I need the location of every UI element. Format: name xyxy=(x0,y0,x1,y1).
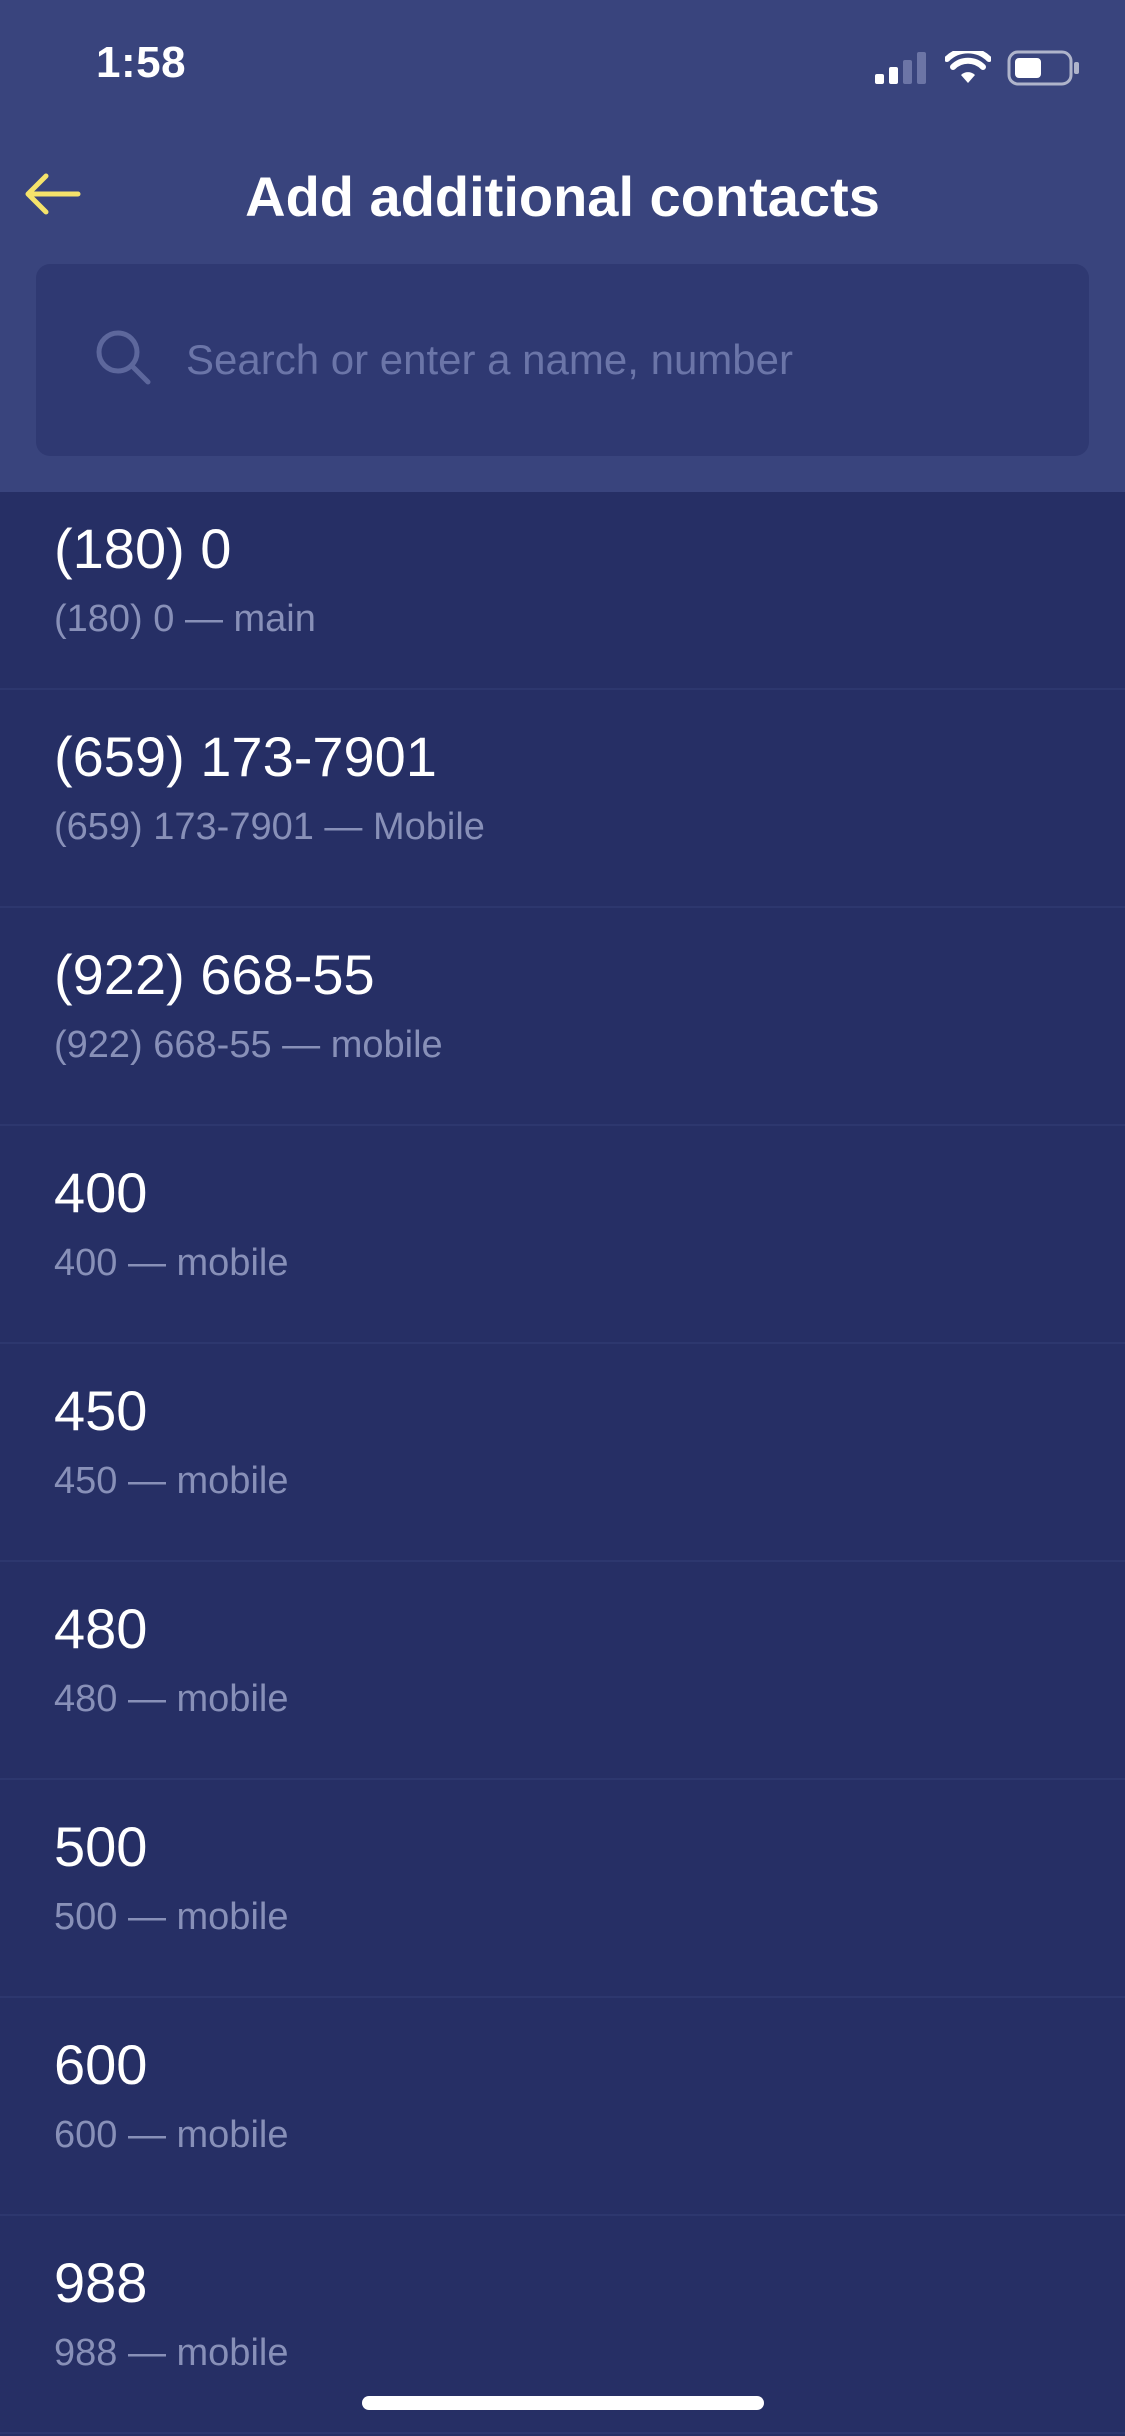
wifi-icon xyxy=(945,51,991,83)
contact-name: 500 xyxy=(54,1815,148,1878)
list-item[interactable]: (180) 0 (180) 0 — main xyxy=(0,492,1125,690)
contact-name: 988 xyxy=(54,2251,148,2314)
contact-detail: (180) 0 — main xyxy=(54,598,316,640)
signal-icon xyxy=(875,52,926,84)
list-item[interactable]: (659) 173-7901 (659) 173-7901 — Mobile xyxy=(0,690,1125,908)
battery-icon xyxy=(1007,50,1079,86)
contact-name: 450 xyxy=(54,1379,148,1442)
contact-name: (922) 668-55 xyxy=(54,943,375,1006)
contact-name: (659) 173-7901 xyxy=(54,725,437,788)
contact-detail: (659) 173-7901 — Mobile xyxy=(54,806,485,848)
status-time: 1:58 xyxy=(96,38,187,87)
list-item[interactable]: (922) 668-55 (922) 668-55 — mobile xyxy=(0,908,1125,1126)
search-box[interactable] xyxy=(36,264,1089,456)
contact-detail: (922) 668-55 — mobile xyxy=(54,1024,443,1066)
contact-name: 400 xyxy=(54,1161,148,1224)
status-bar: 1:58 xyxy=(0,0,1125,140)
contact-list: (180) 0 (180) 0 — main (659) 173-7901 (6… xyxy=(0,492,1125,2434)
list-item[interactable]: 500 500 — mobile xyxy=(0,1780,1125,1998)
contact-detail: 600 — mobile xyxy=(54,2114,289,2156)
status-icons xyxy=(875,50,1081,86)
contact-name: 480 xyxy=(54,1597,148,1660)
list-item[interactable]: 600 600 — mobile xyxy=(0,1998,1125,2216)
home-indicator[interactable] xyxy=(362,2396,764,2410)
contact-detail: 400 — mobile xyxy=(54,1242,289,1284)
contact-detail: 500 — mobile xyxy=(54,1896,289,1938)
list-item[interactable]: 480 480 — mobile xyxy=(0,1562,1125,1780)
contact-detail: 480 — mobile xyxy=(54,1678,289,1720)
contact-name: (180) 0 xyxy=(54,517,232,580)
search-icon xyxy=(96,330,151,385)
page-title: Add additional contacts xyxy=(245,165,880,228)
contact-name: 600 xyxy=(54,2033,148,2096)
list-item[interactable]: 400 400 — mobile xyxy=(0,1126,1125,1344)
contact-detail: 988 — mobile xyxy=(54,2332,289,2374)
contact-detail: 450 — mobile xyxy=(54,1460,289,1502)
header: Add additional contacts xyxy=(0,140,1125,250)
search-input[interactable] xyxy=(186,318,1046,402)
top-bar: 1:58 Add additional contacts Search or e… xyxy=(0,0,1125,492)
list-item[interactable]: 450 450 — mobile xyxy=(0,1344,1125,1562)
